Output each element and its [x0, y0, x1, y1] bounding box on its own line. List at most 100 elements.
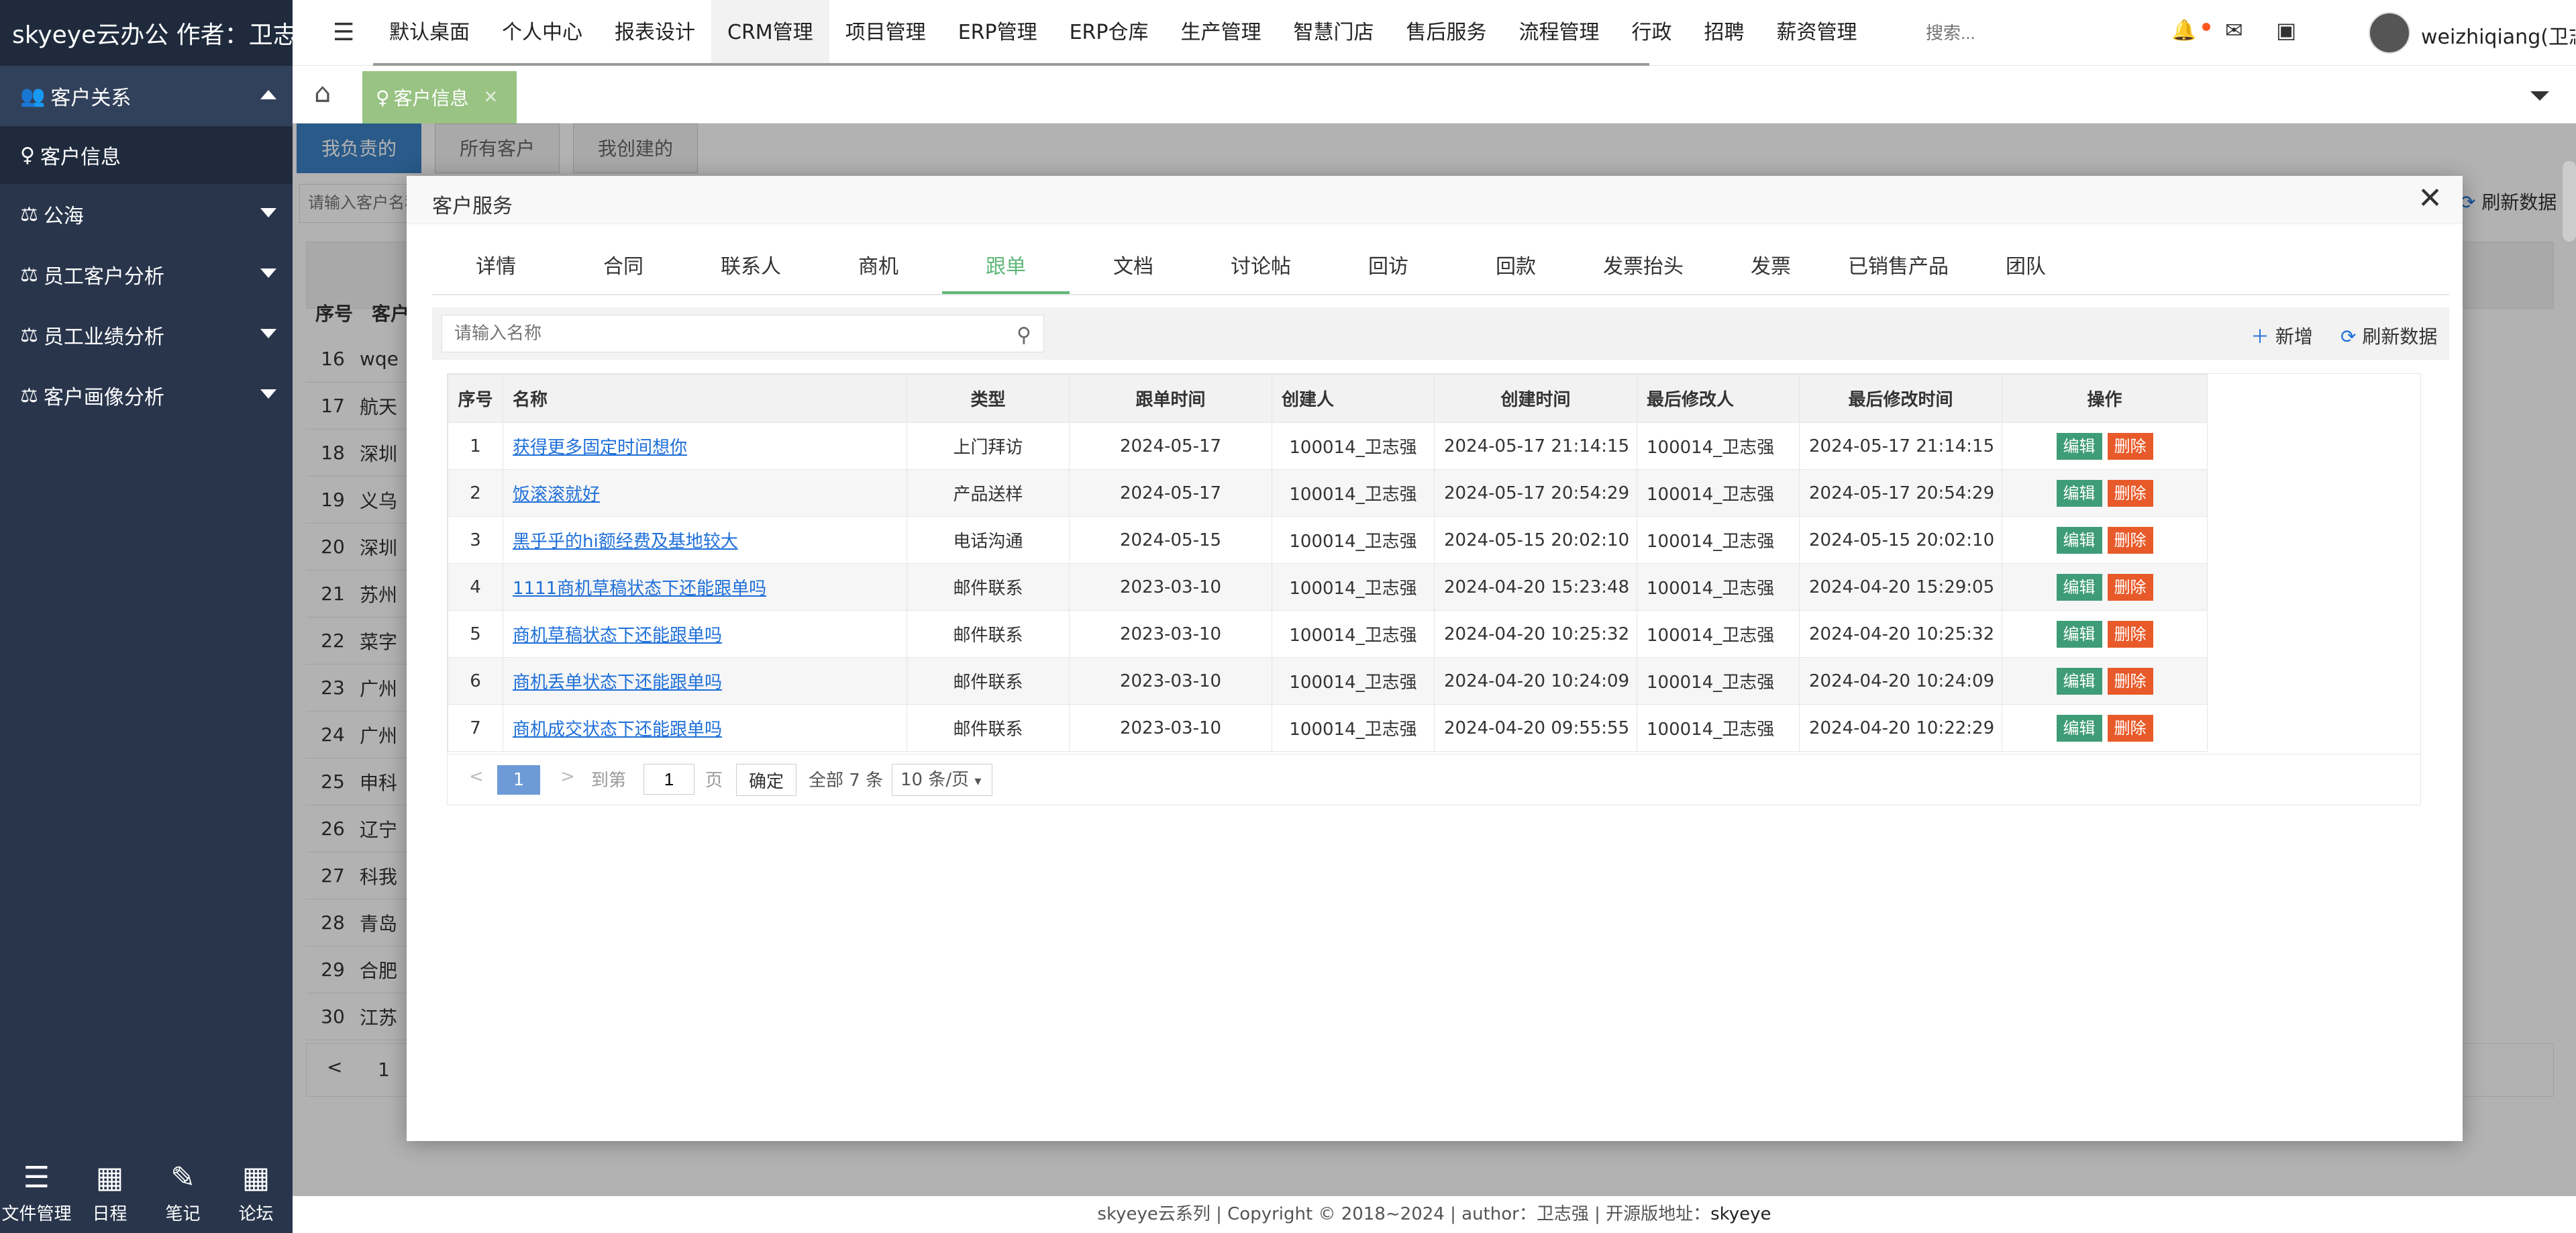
- delete-button[interactable]: 删除: [2107, 526, 2153, 554]
- modal-tab[interactable]: 联系人: [687, 239, 815, 294]
- add-button[interactable]: ＋ 新增: [2251, 322, 2313, 349]
- cell-modifier: 100014_卫志强: [1637, 563, 1800, 611]
- nav-item[interactable]: 招聘: [1688, 0, 1760, 66]
- modal-tab[interactable]: 合同: [560, 239, 687, 294]
- pager-prev-button[interactable]: <: [469, 767, 484, 787]
- follow-up-name-link[interactable]: 饭滚滚就好: [513, 485, 600, 505]
- nav-item[interactable]: 个人中心: [486, 0, 599, 66]
- footer-link[interactable]: skyeye: [1710, 1204, 1771, 1224]
- modal-tab[interactable]: 回访: [1325, 239, 1452, 294]
- follow-up-name-link[interactable]: 商机成交状态下还能跟单吗: [513, 720, 722, 740]
- nav-item[interactable]: 生产管理: [1164, 0, 1277, 66]
- follow-up-name-link[interactable]: 商机丢单状态下还能跟单吗: [513, 673, 722, 693]
- follow-up-name-link[interactable]: 商机草稿状态下还能跟单吗: [513, 626, 722, 646]
- nav-item[interactable]: ERP仓库: [1053, 0, 1165, 66]
- tab-label: 客户信息: [393, 87, 469, 109]
- menu-group-employee-customer-analysis[interactable]: ⚖ 员工客户分析: [0, 244, 293, 305]
- nav-item[interactable]: 流程管理: [1502, 0, 1615, 66]
- edit-button[interactable]: 编辑: [2056, 620, 2102, 648]
- edit-button[interactable]: 编辑: [2056, 479, 2102, 507]
- modal-tab[interactable]: 发票抬头: [1580, 239, 1707, 294]
- message-icon[interactable]: ✉: [2225, 17, 2243, 43]
- bell-icon[interactable]: 🔔: [2171, 19, 2196, 42]
- delete-button[interactable]: 删除: [2107, 479, 2153, 507]
- column-header[interactable]: 跟单时间: [1069, 374, 1272, 423]
- schedule-button[interactable]: ▦ 日程: [73, 1152, 146, 1233]
- edit-button[interactable]: 编辑: [2056, 432, 2102, 460]
- notes-button[interactable]: ✎ 笔记: [146, 1152, 219, 1233]
- menu-group-customer-relation[interactable]: 👥 客户关系: [0, 66, 293, 126]
- menu-group-employee-performance-analysis[interactable]: ⚖ 员工业绩分析: [0, 305, 293, 365]
- modal-tab[interactable]: 发票: [1707, 239, 1835, 294]
- modal-tab[interactable]: 跟单: [942, 239, 1070, 294]
- follow-up-name-link[interactable]: 黑乎乎的hi额经费及基地较大: [513, 532, 738, 552]
- chevron-down-icon[interactable]: [2530, 91, 2549, 101]
- forum-button[interactable]: ▦ 论坛: [219, 1152, 293, 1233]
- modal-tab[interactable]: 回款: [1452, 239, 1580, 294]
- nav-item[interactable]: 智慧门店: [1277, 0, 1390, 66]
- home-icon[interactable]: ⌂: [314, 78, 331, 109]
- delete-button[interactable]: 删除: [2107, 432, 2153, 460]
- nav-item[interactable]: 薪资管理: [1760, 0, 1873, 66]
- edit-button[interactable]: 编辑: [2056, 714, 2102, 742]
- notification-dot: [2202, 23, 2210, 31]
- edit-button[interactable]: 编辑: [2056, 667, 2102, 695]
- column-header[interactable]: 名称: [503, 374, 907, 423]
- pager-current-page[interactable]: 1: [497, 765, 540, 795]
- page-scrollbar[interactable]: [2563, 161, 2576, 242]
- delete-button[interactable]: 删除: [2107, 620, 2153, 648]
- menu-group-label: 公海: [43, 205, 84, 228]
- cell-modified: 2024-05-15 20:02:10: [1799, 516, 2002, 564]
- search-input[interactable]: [442, 315, 992, 352]
- scale-icon: ⚖: [20, 323, 38, 347]
- search-icon[interactable]: ⚲: [1017, 324, 1031, 347]
- close-icon[interactable]: ✕: [484, 87, 499, 107]
- avatar[interactable]: [2369, 12, 2410, 54]
- global-search-input[interactable]: [1926, 17, 2060, 48]
- tab-customer-info[interactable]: ♀ 客户信息 ✕: [362, 71, 517, 124]
- follow-up-name-link[interactable]: 获得更多固定时间想你: [513, 438, 687, 458]
- pager-goto-input[interactable]: [643, 764, 694, 795]
- person-icon: ♀: [20, 143, 35, 167]
- pager-next-button[interactable]: >: [560, 767, 575, 787]
- nav-item[interactable]: 售后服务: [1390, 0, 1502, 66]
- edit-button[interactable]: 编辑: [2056, 526, 2102, 554]
- nav-item[interactable]: 项目管理: [829, 0, 942, 66]
- sidebar-item-customer-info[interactable]: ♀ 客户信息: [0, 126, 293, 184]
- column-header[interactable]: 最后修改时间: [1799, 374, 2002, 423]
- menu-group-public-sea[interactable]: ⚖ 公海: [0, 184, 293, 244]
- modal-tab[interactable]: 商机: [815, 239, 942, 294]
- modal-tab[interactable]: 团队: [1962, 239, 2090, 294]
- modal-tab[interactable]: 讨论帖: [1197, 239, 1325, 294]
- column-header[interactable]: 序号: [448, 374, 503, 423]
- modal-tab[interactable]: 文档: [1070, 239, 1197, 294]
- edit-button[interactable]: 编辑: [2056, 573, 2102, 601]
- column-header[interactable]: 类型: [907, 374, 1070, 423]
- column-header[interactable]: 操作: [2002, 374, 2208, 423]
- nav-item[interactable]: 行政: [1615, 0, 1688, 66]
- column-header[interactable]: 最后修改人: [1637, 374, 1800, 423]
- nav-item[interactable]: 报表设计: [599, 0, 711, 66]
- modal-tab[interactable]: 已销售产品: [1835, 239, 1962, 294]
- delete-button[interactable]: 删除: [2107, 667, 2153, 695]
- menu-toggle-icon[interactable]: ☰: [333, 19, 354, 46]
- follow-up-name-link[interactable]: 1111商机草稿状态下还能跟单吗: [513, 579, 766, 599]
- delete-button[interactable]: 删除: [2107, 573, 2153, 601]
- cell-follow-time: 2023-03-10: [1069, 610, 1272, 658]
- refresh-button[interactable]: ⟳ 刷新数据: [2340, 322, 2437, 349]
- add-label: 新增: [2275, 326, 2313, 348]
- nav-item[interactable]: CRM管理: [711, 0, 829, 66]
- delete-button[interactable]: 删除: [2107, 714, 2153, 742]
- modal-tab[interactable]: 详情: [432, 239, 560, 294]
- column-header[interactable]: 创建时间: [1434, 374, 1637, 423]
- pager-confirm-button[interactable]: 确定: [736, 764, 796, 796]
- nav-item[interactable]: 默认桌面: [373, 0, 486, 66]
- nav-item[interactable]: ERP管理: [942, 0, 1053, 66]
- file-manager-button[interactable]: ☰ 文件管理: [0, 1152, 73, 1233]
- menu-group-customer-portrait-analysis[interactable]: ⚖ 客户画像分析: [0, 365, 293, 426]
- app-icon[interactable]: ▣: [2276, 17, 2296, 43]
- close-icon[interactable]: ✕: [2418, 184, 2442, 213]
- username[interactable]: weizhiqiang(卫志强): [2421, 20, 2575, 50]
- pager-size-select[interactable]: 10 条/页 ▾: [892, 764, 992, 796]
- column-header[interactable]: 创建人: [1272, 374, 1435, 423]
